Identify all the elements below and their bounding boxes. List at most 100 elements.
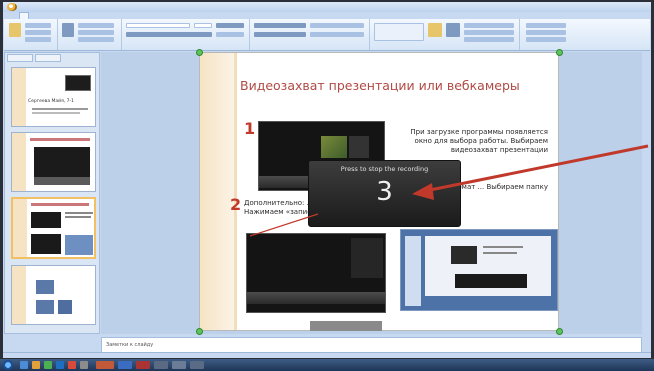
font-grow-shrink-buttons[interactable] <box>216 23 244 28</box>
taskbar-powerpoint-icon[interactable] <box>96 361 114 369</box>
thumb-title: Сергеева Майя, 7-1 <box>28 99 74 104</box>
ribbon-group-slides <box>58 19 122 50</box>
resize-handle-bottom-left[interactable] <box>196 328 203 335</box>
overlay-prefix: Press <box>340 165 358 173</box>
font-style-buttons[interactable] <box>126 32 212 37</box>
paste-icon[interactable] <box>9 23 21 37</box>
thumb-decoration <box>12 68 26 126</box>
slide-decoration-band <box>200 53 234 330</box>
screenshot-bottom-bar <box>310 321 382 331</box>
font-name-select[interactable] <box>126 23 190 28</box>
tab-outline[interactable] <box>35 54 61 62</box>
inset-thumbs-panel <box>405 236 421 306</box>
quick-styles-icon[interactable] <box>446 23 460 37</box>
inset-text-line <box>483 246 523 248</box>
screenshot-thumb-image <box>321 136 347 158</box>
start-button-icon[interactable] <box>3 360 13 370</box>
thumb-image <box>65 75 91 91</box>
find-button[interactable] <box>526 23 566 28</box>
status-bar <box>3 352 651 358</box>
screenshot-desktop-recorder <box>400 229 558 311</box>
thumb-image <box>36 280 54 294</box>
text-direction-button[interactable] <box>310 23 364 28</box>
inset-image <box>451 246 477 264</box>
title-bar <box>3 2 651 12</box>
shape-outline-button[interactable] <box>464 30 514 35</box>
ribbon-group-drawing <box>370 19 520 50</box>
slide-text-right-1[interactable]: При загрузке программы появляется окно д… <box>396 128 548 155</box>
resize-handle-bottom-right[interactable] <box>556 328 563 335</box>
ribbon <box>4 19 650 51</box>
arrange-icon[interactable] <box>428 23 442 37</box>
thumb-text-line <box>65 212 93 214</box>
layout-button[interactable] <box>78 23 114 28</box>
slide-thumbnail-1[interactable]: Сергеева Майя, 7-1 <box>11 67 96 127</box>
shape-fill-button[interactable] <box>464 23 514 28</box>
font-size-select[interactable] <box>194 23 212 28</box>
taskbar-app-icon[interactable] <box>68 361 76 369</box>
copy-button[interactable] <box>25 30 51 35</box>
notes-text: Заметки к слайду <box>106 342 154 348</box>
taskbar-app-icon[interactable] <box>172 361 186 369</box>
inset-slide <box>425 236 551 296</box>
align-text-button[interactable] <box>310 32 364 37</box>
replace-button[interactable] <box>526 30 566 35</box>
slide-thumbnail-3-selected[interactable] <box>11 197 96 259</box>
thumb-decoration <box>12 266 26 324</box>
thumb-image <box>36 300 54 314</box>
new-slide-icon[interactable] <box>62 23 74 37</box>
thumb-image <box>31 234 61 254</box>
thumb-decoration <box>13 199 27 257</box>
taskbar-app-icon[interactable] <box>80 361 88 369</box>
screenshot-thumb-image <box>349 136 369 158</box>
resize-handle-top-left[interactable] <box>196 49 203 56</box>
ribbon-group-clipboard <box>4 19 58 50</box>
thumb-caption-line <box>32 112 80 114</box>
taskbar-app-icon[interactable] <box>154 361 168 369</box>
thumb-caption-line <box>32 108 88 110</box>
slide-thumbnail-4[interactable] <box>11 265 96 325</box>
taskbar-app-icon[interactable] <box>20 361 28 369</box>
slide-title[interactable]: Видеозахват презентации или вебкамеры <box>240 78 520 93</box>
thumb-title-line <box>30 138 90 141</box>
alignment-buttons[interactable] <box>254 32 306 37</box>
taskbar-app-icon[interactable] <box>44 361 52 369</box>
list-buttons[interactable] <box>254 23 306 28</box>
cut-button[interactable] <box>25 23 51 28</box>
step-marker-1: 1 <box>244 119 256 138</box>
thumb-title-line <box>31 203 89 206</box>
slides-pane: Сергеева Майя, 7-1 <box>4 52 100 334</box>
taskbar-app-icon[interactable] <box>118 361 132 369</box>
thumb-image <box>65 235 93 255</box>
format-painter-button[interactable] <box>25 37 51 42</box>
pane-tabs <box>7 54 61 62</box>
step-marker-2: 2 <box>230 195 242 214</box>
ribbon-group-font <box>122 19 250 50</box>
select-button[interactable] <box>526 37 566 42</box>
thumb-decoration <box>12 133 26 191</box>
font-color-button[interactable] <box>216 32 244 37</box>
shapes-gallery[interactable] <box>374 23 424 41</box>
inset-image <box>455 274 527 288</box>
taskbar-app-icon[interactable] <box>190 361 204 369</box>
thumb-image <box>58 300 72 314</box>
thumb-image-strip <box>34 177 90 185</box>
shape-effects-button[interactable] <box>464 37 514 42</box>
tab-slides[interactable] <box>7 54 33 62</box>
taskbar-app-icon[interactable] <box>136 361 150 369</box>
reset-button[interactable] <box>78 30 114 35</box>
screenshot-recorder-window <box>246 233 386 313</box>
ribbon-group-editing <box>520 19 590 50</box>
slide-thumbnail-2[interactable] <box>11 132 96 192</box>
notes-pane[interactable]: Заметки к слайду <box>101 337 642 353</box>
resize-handle-top-right[interactable] <box>556 49 563 56</box>
ribbon-group-paragraph <box>250 19 370 50</box>
office-button-icon[interactable] <box>7 3 17 11</box>
taskbar-app-icon[interactable] <box>56 361 64 369</box>
screenshot-side-panel <box>351 238 383 278</box>
overlay-suffix: to stop the recording <box>359 165 429 173</box>
delete-slide-button[interactable] <box>78 37 114 42</box>
taskbar-app-icon[interactable] <box>32 361 40 369</box>
taskbar <box>0 359 654 371</box>
inset-text-line <box>483 252 517 254</box>
